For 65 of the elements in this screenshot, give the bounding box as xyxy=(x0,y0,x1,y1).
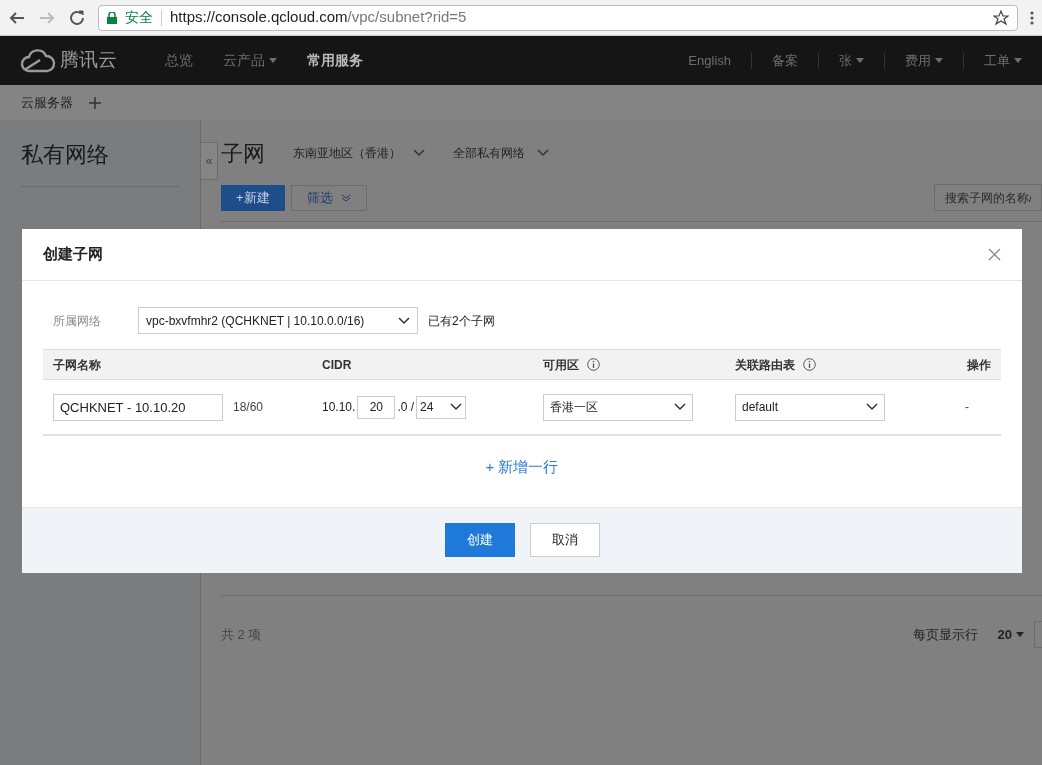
cidr-suffix: .0 / xyxy=(397,399,415,416)
cancel-button[interactable]: 取消 xyxy=(529,523,600,557)
chevron-down-icon xyxy=(413,149,425,157)
page-title: 子网 xyxy=(221,139,265,168)
column-header: 关联路由表 xyxy=(735,356,795,374)
create-button[interactable]: 创建 xyxy=(444,523,515,557)
nav-link[interactable]: 备案 xyxy=(752,50,818,71)
nav-link[interactable]: English xyxy=(668,50,751,71)
brand-name: 腾讯云 xyxy=(60,48,117,73)
action-cell-text: - xyxy=(965,399,969,416)
cloud-logo-icon xyxy=(20,48,56,73)
column-header: CIDR xyxy=(322,356,352,374)
column-header: 可用区 xyxy=(543,356,579,374)
caret-icon xyxy=(935,58,943,63)
char-count: 18/60 xyxy=(233,399,264,416)
chevron-down-icon xyxy=(450,403,463,411)
url-text: https://console.qcloud.com/vpc/subnet?rid=5 xyxy=(170,7,467,28)
nav-link[interactable]: 云产品 xyxy=(208,50,292,71)
nav-link[interactable]: 费用 xyxy=(885,50,963,71)
nav-link[interactable]: 工单 xyxy=(964,50,1042,71)
info-icon[interactable] xyxy=(803,358,816,371)
chevron-down-icon xyxy=(398,316,410,325)
network-select[interactable]: vpc-bxvfmhr2 (QCHKNET | 10.10.0.0/16) xyxy=(138,307,418,334)
filter-dropdown[interactable]: 东南亚地区（香港） xyxy=(293,144,425,162)
column-header: 操作 xyxy=(967,356,991,374)
collapse-button[interactable]: « xyxy=(200,142,218,180)
nav-link[interactable]: 张 xyxy=(819,50,884,71)
select-field[interactable]: default xyxy=(735,393,885,421)
double-chevron-icon xyxy=(340,193,351,202)
sidebar-title: 私有网络 xyxy=(21,138,179,187)
caret-icon xyxy=(856,58,864,63)
add-icon[interactable] xyxy=(89,96,101,109)
chevron-down-icon xyxy=(537,149,549,157)
address-bar[interactable]: 安全 https://console.qcloud.com/vpc/subnet?rid=5 xyxy=(98,4,1018,31)
mask-select[interactable]: 24 xyxy=(416,395,467,419)
nav-link[interactable]: 常用服务 xyxy=(292,50,378,71)
cidr-input[interactable]: 20 xyxy=(357,395,396,419)
new-button[interactable]: +新建 xyxy=(221,184,285,211)
nav-link[interactable]: 总览 xyxy=(150,50,208,71)
info-icon[interactable] xyxy=(587,358,600,371)
column-header: 子网名称 xyxy=(53,356,101,374)
add-row-link[interactable]: + 新增一行 xyxy=(485,456,559,479)
lock-icon xyxy=(107,11,117,24)
chevron-down-icon xyxy=(674,403,686,411)
dialog-title: 创建子网 xyxy=(43,244,103,265)
page-size-label: 每页显示行 xyxy=(912,625,978,644)
filter-button[interactable]: 筛选 xyxy=(290,184,367,211)
tab[interactable]: 云服务器 xyxy=(21,92,73,113)
menu-icon[interactable] xyxy=(1030,9,1034,26)
caret-icon xyxy=(1014,58,1022,63)
total-count: 共 2 项 xyxy=(221,625,262,644)
secure-label: 安全 xyxy=(125,8,153,27)
caret-icon xyxy=(269,58,277,63)
star-icon[interactable] xyxy=(993,9,1009,26)
reload-icon[interactable] xyxy=(68,8,86,27)
name-input[interactable]: QCHKNET - 10.10.20 xyxy=(53,393,223,421)
page-size-dropdown[interactable]: 20 xyxy=(997,624,1024,645)
cidr-prefix: 10.10. xyxy=(322,399,356,416)
caret-icon xyxy=(1016,632,1024,637)
chevron-down-icon xyxy=(866,403,878,411)
select-field[interactable]: 香港一区 xyxy=(543,393,693,421)
field-label: 所属网络 xyxy=(52,312,102,330)
subnet-count: 已有2个子网 xyxy=(428,312,495,330)
filter-dropdown[interactable]: 全部私有网络 xyxy=(453,144,549,162)
close-icon[interactable] xyxy=(988,248,1001,261)
